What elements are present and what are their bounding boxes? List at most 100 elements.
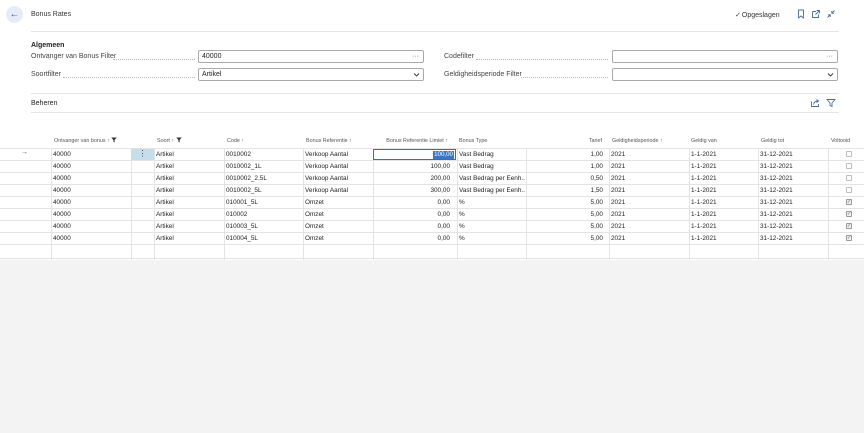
cell-receiver[interactable]: 40000 (53, 161, 129, 173)
completed-checkbox[interactable] (846, 175, 852, 181)
cell-bonus-type[interactable]: Vast Bedrag per Eenh... (459, 173, 525, 185)
bookmark-icon[interactable] (796, 9, 806, 19)
column-header-type[interactable]: Soort ↑ (157, 134, 182, 148)
cell-valid-to[interactable]: 31-12-2021 (760, 161, 826, 173)
cell-type[interactable]: Artikel (156, 149, 222, 161)
cell-valid-from[interactable]: 1-1-2021 (691, 173, 757, 185)
cell-rate[interactable]: 5,00 (528, 197, 603, 209)
cell-limit[interactable]: 300,00 (375, 185, 450, 197)
cell-valid-from[interactable]: 1-1-2021 (691, 161, 757, 173)
column-header-code[interactable]: Code ↑ (227, 134, 244, 148)
cell-reference[interactable]: Omzet (305, 221, 371, 233)
cell-valid-from[interactable]: 1-1-2021 (691, 209, 757, 221)
cell-rate[interactable]: 5,00 (528, 209, 603, 221)
cell-reference[interactable]: Omzet (305, 197, 371, 209)
cell-valid-to[interactable]: 31-12-2021 (760, 221, 826, 233)
cell-reference[interactable]: Verkoop Aantal (305, 149, 371, 161)
cell-valid-to[interactable]: 31-12-2021 (760, 197, 826, 209)
cell-limit[interactable]: 0,00 (375, 233, 450, 245)
code-filter-input[interactable]: ··· (612, 50, 838, 63)
column-header-valid-from[interactable]: Geldig van (691, 134, 717, 148)
cell-valid-to[interactable]: 31-12-2021 (760, 173, 826, 185)
cell-receiver[interactable]: 40000 (53, 233, 129, 245)
cell-limit[interactable]: 0,00 (375, 197, 450, 209)
filter-icon[interactable] (826, 98, 836, 108)
column-header-receiver[interactable]: Ontvanger van bonus ↑ (54, 134, 117, 148)
cell-reference[interactable]: Omzet (305, 209, 371, 221)
cell-rate[interactable]: 5,00 (528, 233, 603, 245)
back-button[interactable]: ← (6, 6, 23, 23)
cell-period[interactable]: 2021 (611, 173, 687, 185)
completed-checkbox[interactable]: ✓ (846, 211, 852, 217)
cell-bonus-type[interactable]: % (459, 233, 525, 245)
collapse-icon[interactable] (826, 9, 836, 19)
cell-bonus-type[interactable]: % (459, 209, 525, 221)
cell-valid-from[interactable]: 1-1-2021 (691, 149, 757, 161)
completed-checkbox[interactable] (846, 163, 852, 169)
cell-period[interactable]: 2021 (611, 233, 687, 245)
cell-receiver[interactable]: 40000 (53, 149, 129, 161)
completed-checkbox[interactable] (846, 151, 852, 157)
cell-reference[interactable]: Verkoop Aantal (305, 185, 371, 197)
cell-valid-to[interactable]: 31-12-2021 (760, 149, 826, 161)
cell-receiver[interactable]: 40000 (53, 221, 129, 233)
cell-rate[interactable]: 0,50 (528, 173, 603, 185)
column-header-completed[interactable]: Voltooid (831, 134, 850, 148)
completed-checkbox[interactable]: ✓ (846, 235, 852, 241)
cell-code[interactable]: 0010002_1L (226, 161, 301, 173)
column-header-rate[interactable]: Tarief (527, 134, 602, 148)
cell-limit[interactable]: 100,00 (375, 161, 450, 173)
cell-period[interactable]: 2021 (611, 197, 687, 209)
cell-receiver[interactable]: 40000 (53, 185, 129, 197)
cell-type[interactable]: Artikel (156, 209, 222, 221)
cell-valid-to[interactable]: 31-12-2021 (760, 233, 826, 245)
column-header-period[interactable]: Geldigheidsperiode ↑ (612, 134, 663, 148)
column-header-limit[interactable]: Bonus Referentie Limiet ↑ (373, 134, 448, 148)
cell-bonus-type[interactable]: % (459, 197, 525, 209)
cell-reference[interactable]: Verkoop Aantal (305, 173, 371, 185)
cell-valid-to[interactable]: 31-12-2021 (760, 185, 826, 197)
completed-checkbox[interactable] (846, 187, 852, 193)
cell-limit[interactable]: 0,00 (375, 209, 450, 221)
completed-checkbox[interactable]: ✓ (846, 223, 852, 229)
cell-rate[interactable]: 5,00 (528, 221, 603, 233)
cell-type[interactable]: Artikel (156, 161, 222, 173)
cell-period[interactable]: 2021 (611, 209, 687, 221)
cell-reference[interactable]: Verkoop Aantal (305, 161, 371, 173)
type-filter-select[interactable]: Artikel (198, 68, 424, 81)
lookup-button[interactable]: ··· (412, 51, 419, 62)
column-header-reference[interactable]: Bonus Referentie ↑ (306, 134, 352, 148)
cell-valid-to[interactable]: 31-12-2021 (760, 209, 826, 221)
cell-bonus-type[interactable]: % (459, 221, 525, 233)
cell-period[interactable]: 2021 (611, 161, 687, 173)
cell-code[interactable]: 0010002_5L (226, 185, 301, 197)
row-actions-button[interactable]: ⋮ (131, 149, 154, 160)
cell-receiver[interactable]: 40000 (53, 173, 129, 185)
cell-code[interactable]: 0010002 (226, 149, 301, 161)
cell-valid-from[interactable]: 1-1-2021 (691, 185, 757, 197)
cell-receiver[interactable]: 40000 (53, 209, 129, 221)
open-new-window-icon[interactable] (811, 9, 821, 19)
cell-type[interactable]: Artikel (156, 197, 222, 209)
cell-period[interactable]: 2021 (611, 185, 687, 197)
cell-code[interactable]: 010002 (226, 209, 301, 221)
completed-checkbox[interactable]: ✓ (846, 199, 852, 205)
cell-rate[interactable]: 1,50 (528, 185, 603, 197)
cell-period[interactable]: 2021 (611, 149, 687, 161)
cell-valid-from[interactable]: 1-1-2021 (691, 221, 757, 233)
cell-bonus-type[interactable]: Vast Bedrag (459, 149, 525, 161)
cell-valid-from[interactable]: 1-1-2021 (691, 197, 757, 209)
cell-rate[interactable]: 1,00 (528, 149, 603, 161)
column-header-valid-to[interactable]: Geldig tot (761, 134, 784, 148)
cell-code[interactable]: 010004_5L (226, 233, 301, 245)
cell-type[interactable]: Artikel (156, 173, 222, 185)
cell-bonus-type[interactable]: Vast Bedrag per Eenh... (459, 185, 525, 197)
cell-period[interactable]: 2021 (611, 221, 687, 233)
cell-receiver[interactable]: 40000 (53, 197, 129, 209)
cell-limit[interactable]: 200,00 (375, 173, 450, 185)
cell-valid-from[interactable]: 1-1-2021 (691, 233, 757, 245)
cell-code[interactable]: 0010002_2.5L (226, 173, 301, 185)
cell-bonus-type[interactable]: Vast Bedrag (459, 161, 525, 173)
cell-code[interactable]: 010003_5L (226, 221, 301, 233)
cell-reference[interactable]: Omzet (305, 233, 371, 245)
